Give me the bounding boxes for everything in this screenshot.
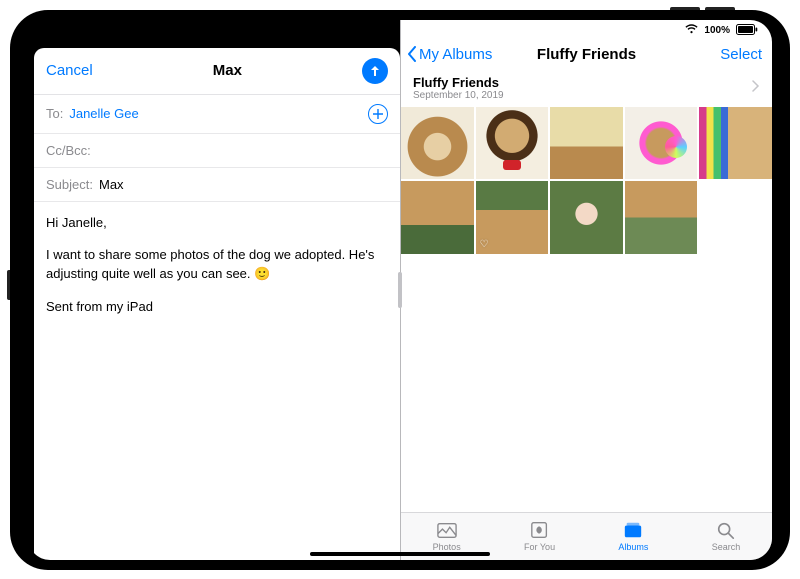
back-label: My Albums <box>419 46 492 63</box>
mail-body[interactable]: Hi Janelle, I want to share some photos … <box>34 202 400 560</box>
body-text: I want to share some photos of the dog w… <box>46 246 388 284</box>
subject-label: Subject: <box>46 177 93 192</box>
favorite-icon: ♡ <box>480 239 489 250</box>
tab-albums[interactable]: Albums <box>618 520 648 552</box>
for-you-tab-icon <box>529 520 551 540</box>
album-date: September 10, 2019 <box>413 90 752 101</box>
photo-thumb[interactable] <box>401 181 474 254</box>
body-greeting: Hi Janelle, <box>46 214 388 233</box>
subject-value: Max <box>99 177 124 192</box>
tab-label: Photos <box>433 542 461 552</box>
home-indicator[interactable] <box>310 552 490 556</box>
photo-thumb[interactable] <box>550 181 623 254</box>
compose-title: Max <box>213 62 242 79</box>
mail-pane: Cancel Max To: Janelle Gee Cc/Bcc: <box>28 20 400 560</box>
to-field[interactable]: To: Janelle Gee <box>34 95 400 134</box>
tab-search[interactable]: Search <box>712 520 741 552</box>
to-recipient[interactable]: Janelle Gee <box>69 106 138 121</box>
ccbcc-label: Cc/Bcc: <box>46 143 91 158</box>
tab-label: Search <box>712 542 741 552</box>
volume-up-button[interactable] <box>670 7 700 10</box>
cancel-button[interactable]: Cancel <box>46 62 93 79</box>
tab-photos[interactable]: Photos <box>433 520 461 552</box>
albums-tab-icon <box>622 520 644 540</box>
body-signature: Sent from my iPad <box>46 298 388 317</box>
photos-pane: My Albums Fluffy Friends Select Fluffy F… <box>400 20 772 560</box>
add-contact-button[interactable] <box>368 104 388 124</box>
send-button[interactable] <box>362 58 388 84</box>
ipad-frame: 9:41 AM Fri Sep 20 100% Cancel Max <box>10 10 790 570</box>
photo-thumb[interactable] <box>625 181 698 254</box>
tab-label: For You <box>524 542 555 552</box>
photo-thumb[interactable] <box>550 107 623 180</box>
tab-label: Albums <box>618 542 648 552</box>
photos-nav: My Albums Fluffy Friends Select <box>401 40 772 71</box>
subject-field[interactable]: Subject: Max <box>34 168 400 202</box>
photo-thumb[interactable] <box>699 107 772 180</box>
ccbcc-field[interactable]: Cc/Bcc: <box>34 134 400 168</box>
tab-for-you[interactable]: For You <box>524 520 555 552</box>
compose-nav: Cancel Max <box>34 48 400 95</box>
album-header[interactable]: Fluffy Friends September 10, 2019 <box>401 71 772 107</box>
select-button[interactable]: Select <box>720 46 762 63</box>
plus-icon <box>373 109 383 119</box>
photo-thumb[interactable] <box>401 107 474 180</box>
arrow-up-icon <box>368 64 382 78</box>
search-tab-icon <box>715 520 737 540</box>
back-button[interactable]: My Albums <box>407 46 492 63</box>
compose-sheet: Cancel Max To: Janelle Gee Cc/Bcc: <box>34 48 400 560</box>
chevron-right-icon <box>752 79 760 97</box>
screen: 9:41 AM Fri Sep 20 100% Cancel Max <box>28 20 772 560</box>
photo-thumb[interactable] <box>476 107 549 180</box>
power-button[interactable] <box>7 270 10 300</box>
chevron-left-icon <box>407 46 417 62</box>
photo-thumb[interactable]: ♡ <box>476 181 549 254</box>
photo-thumb[interactable] <box>625 107 698 180</box>
volume-down-button[interactable] <box>705 7 735 10</box>
photo-grid: ♡ <box>401 107 772 254</box>
album-name: Fluffy Friends <box>413 75 752 90</box>
photos-tab-icon <box>436 520 458 540</box>
split-view-divider[interactable] <box>398 272 402 308</box>
to-label: To: <box>46 106 63 121</box>
